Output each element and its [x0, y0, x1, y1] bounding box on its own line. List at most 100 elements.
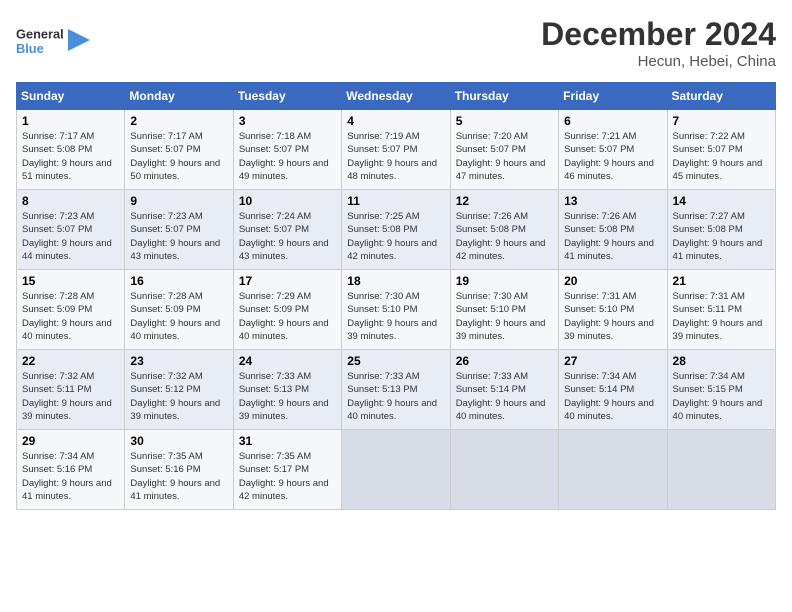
- calendar-day-cell: [450, 430, 558, 510]
- day-info: Sunrise: 7:23 AM Sunset: 5:07 PM Dayligh…: [22, 210, 119, 263]
- calendar-day-cell: 6 Sunrise: 7:21 AM Sunset: 5:07 PM Dayli…: [559, 110, 667, 190]
- weekday-header-row: SundayMondayTuesdayWednesdayThursdayFrid…: [17, 83, 776, 110]
- weekday-header: Tuesday: [233, 83, 341, 110]
- calendar-day-cell: 30 Sunrise: 7:35 AM Sunset: 5:16 PM Dayl…: [125, 430, 233, 510]
- page-header: General Blue December 2024 Hecun, Hebei,…: [16, 16, 776, 70]
- day-number: 5: [456, 114, 553, 128]
- calendar-week-row: 8 Sunrise: 7:23 AM Sunset: 5:07 PM Dayli…: [17, 190, 776, 270]
- day-info: Sunrise: 7:35 AM Sunset: 5:17 PM Dayligh…: [239, 450, 336, 503]
- month-title: December 2024: [541, 16, 776, 53]
- logo-svg: General Blue: [16, 16, 64, 64]
- calendar-day-cell: 20 Sunrise: 7:31 AM Sunset: 5:10 PM Dayl…: [559, 270, 667, 350]
- day-info: Sunrise: 7:35 AM Sunset: 5:16 PM Dayligh…: [130, 450, 227, 503]
- day-info: Sunrise: 7:34 AM Sunset: 5:14 PM Dayligh…: [564, 370, 661, 423]
- calendar-day-cell: 15 Sunrise: 7:28 AM Sunset: 5:09 PM Dayl…: [17, 270, 125, 350]
- calendar-day-cell: 25 Sunrise: 7:33 AM Sunset: 5:13 PM Dayl…: [342, 350, 450, 430]
- weekday-header: Thursday: [450, 83, 558, 110]
- day-info: Sunrise: 7:32 AM Sunset: 5:11 PM Dayligh…: [22, 370, 119, 423]
- day-info: Sunrise: 7:30 AM Sunset: 5:10 PM Dayligh…: [347, 290, 444, 343]
- day-info: Sunrise: 7:20 AM Sunset: 5:07 PM Dayligh…: [456, 130, 553, 183]
- calendar-week-row: 29 Sunrise: 7:34 AM Sunset: 5:16 PM Dayl…: [17, 430, 776, 510]
- day-info: Sunrise: 7:21 AM Sunset: 5:07 PM Dayligh…: [564, 130, 661, 183]
- calendar-day-cell: 28 Sunrise: 7:34 AM Sunset: 5:15 PM Dayl…: [667, 350, 775, 430]
- day-info: Sunrise: 7:26 AM Sunset: 5:08 PM Dayligh…: [564, 210, 661, 263]
- day-number: 2: [130, 114, 227, 128]
- calendar-day-cell: 19 Sunrise: 7:30 AM Sunset: 5:10 PM Dayl…: [450, 270, 558, 350]
- day-number: 25: [347, 354, 444, 368]
- day-number: 23: [130, 354, 227, 368]
- calendar-day-cell: 13 Sunrise: 7:26 AM Sunset: 5:08 PM Dayl…: [559, 190, 667, 270]
- day-info: Sunrise: 7:29 AM Sunset: 5:09 PM Dayligh…: [239, 290, 336, 343]
- logo-arrow-icon: [68, 29, 90, 51]
- calendar-day-cell: 17 Sunrise: 7:29 AM Sunset: 5:09 PM Dayl…: [233, 270, 341, 350]
- weekday-header: Friday: [559, 83, 667, 110]
- day-info: Sunrise: 7:17 AM Sunset: 5:08 PM Dayligh…: [22, 130, 119, 183]
- day-info: Sunrise: 7:22 AM Sunset: 5:07 PM Dayligh…: [673, 130, 770, 183]
- day-number: 26: [456, 354, 553, 368]
- svg-text:General: General: [16, 26, 64, 41]
- calendar-day-cell: 8 Sunrise: 7:23 AM Sunset: 5:07 PM Dayli…: [17, 190, 125, 270]
- calendar-week-row: 1 Sunrise: 7:17 AM Sunset: 5:08 PM Dayli…: [17, 110, 776, 190]
- calendar-day-cell: 10 Sunrise: 7:24 AM Sunset: 5:07 PM Dayl…: [233, 190, 341, 270]
- weekday-header: Wednesday: [342, 83, 450, 110]
- calendar-day-cell: 14 Sunrise: 7:27 AM Sunset: 5:08 PM Dayl…: [667, 190, 775, 270]
- day-info: Sunrise: 7:24 AM Sunset: 5:07 PM Dayligh…: [239, 210, 336, 263]
- day-number: 22: [22, 354, 119, 368]
- day-info: Sunrise: 7:33 AM Sunset: 5:14 PM Dayligh…: [456, 370, 553, 423]
- day-number: 18: [347, 274, 444, 288]
- weekday-header: Sunday: [17, 83, 125, 110]
- calendar-day-cell: 4 Sunrise: 7:19 AM Sunset: 5:07 PM Dayli…: [342, 110, 450, 190]
- day-info: Sunrise: 7:27 AM Sunset: 5:08 PM Dayligh…: [673, 210, 770, 263]
- day-number: 12: [456, 194, 553, 208]
- day-number: 17: [239, 274, 336, 288]
- calendar-day-cell: 29 Sunrise: 7:34 AM Sunset: 5:16 PM Dayl…: [17, 430, 125, 510]
- title-block: December 2024 Hecun, Hebei, China: [541, 16, 776, 70]
- day-info: Sunrise: 7:30 AM Sunset: 5:10 PM Dayligh…: [456, 290, 553, 343]
- calendar-day-cell: 21 Sunrise: 7:31 AM Sunset: 5:11 PM Dayl…: [667, 270, 775, 350]
- day-number: 24: [239, 354, 336, 368]
- calendar-day-cell: 7 Sunrise: 7:22 AM Sunset: 5:07 PM Dayli…: [667, 110, 775, 190]
- calendar-day-cell: 11 Sunrise: 7:25 AM Sunset: 5:08 PM Dayl…: [342, 190, 450, 270]
- day-number: 16: [130, 274, 227, 288]
- day-info: Sunrise: 7:28 AM Sunset: 5:09 PM Dayligh…: [22, 290, 119, 343]
- day-info: Sunrise: 7:28 AM Sunset: 5:09 PM Dayligh…: [130, 290, 227, 343]
- day-number: 11: [347, 194, 444, 208]
- day-number: 13: [564, 194, 661, 208]
- day-info: Sunrise: 7:31 AM Sunset: 5:11 PM Dayligh…: [673, 290, 770, 343]
- day-number: 28: [673, 354, 770, 368]
- day-number: 30: [130, 434, 227, 448]
- day-info: Sunrise: 7:23 AM Sunset: 5:07 PM Dayligh…: [130, 210, 227, 263]
- day-info: Sunrise: 7:31 AM Sunset: 5:10 PM Dayligh…: [564, 290, 661, 343]
- calendar-week-row: 15 Sunrise: 7:28 AM Sunset: 5:09 PM Dayl…: [17, 270, 776, 350]
- calendar-day-cell: 2 Sunrise: 7:17 AM Sunset: 5:07 PM Dayli…: [125, 110, 233, 190]
- day-number: 15: [22, 274, 119, 288]
- day-info: Sunrise: 7:18 AM Sunset: 5:07 PM Dayligh…: [239, 130, 336, 183]
- day-info: Sunrise: 7:32 AM Sunset: 5:12 PM Dayligh…: [130, 370, 227, 423]
- svg-text:Blue: Blue: [16, 41, 44, 56]
- day-number: 1: [22, 114, 119, 128]
- day-number: 21: [673, 274, 770, 288]
- calendar-day-cell: 12 Sunrise: 7:26 AM Sunset: 5:08 PM Dayl…: [450, 190, 558, 270]
- day-number: 3: [239, 114, 336, 128]
- day-number: 29: [22, 434, 119, 448]
- day-info: Sunrise: 7:26 AM Sunset: 5:08 PM Dayligh…: [456, 210, 553, 263]
- day-number: 20: [564, 274, 661, 288]
- day-number: 6: [564, 114, 661, 128]
- weekday-header: Monday: [125, 83, 233, 110]
- calendar-day-cell: 3 Sunrise: 7:18 AM Sunset: 5:07 PM Dayli…: [233, 110, 341, 190]
- calendar-table: SundayMondayTuesdayWednesdayThursdayFrid…: [16, 82, 776, 510]
- calendar-day-cell: [667, 430, 775, 510]
- day-info: Sunrise: 7:19 AM Sunset: 5:07 PM Dayligh…: [347, 130, 444, 183]
- calendar-day-cell: 1 Sunrise: 7:17 AM Sunset: 5:08 PM Dayli…: [17, 110, 125, 190]
- day-number: 9: [130, 194, 227, 208]
- calendar-day-cell: [559, 430, 667, 510]
- calendar-day-cell: 22 Sunrise: 7:32 AM Sunset: 5:11 PM Dayl…: [17, 350, 125, 430]
- location: Hecun, Hebei, China: [541, 53, 776, 70]
- day-info: Sunrise: 7:17 AM Sunset: 5:07 PM Dayligh…: [130, 130, 227, 183]
- calendar-day-cell: 18 Sunrise: 7:30 AM Sunset: 5:10 PM Dayl…: [342, 270, 450, 350]
- day-number: 19: [456, 274, 553, 288]
- day-number: 14: [673, 194, 770, 208]
- day-number: 27: [564, 354, 661, 368]
- day-number: 10: [239, 194, 336, 208]
- calendar-day-cell: 31 Sunrise: 7:35 AM Sunset: 5:17 PM Dayl…: [233, 430, 341, 510]
